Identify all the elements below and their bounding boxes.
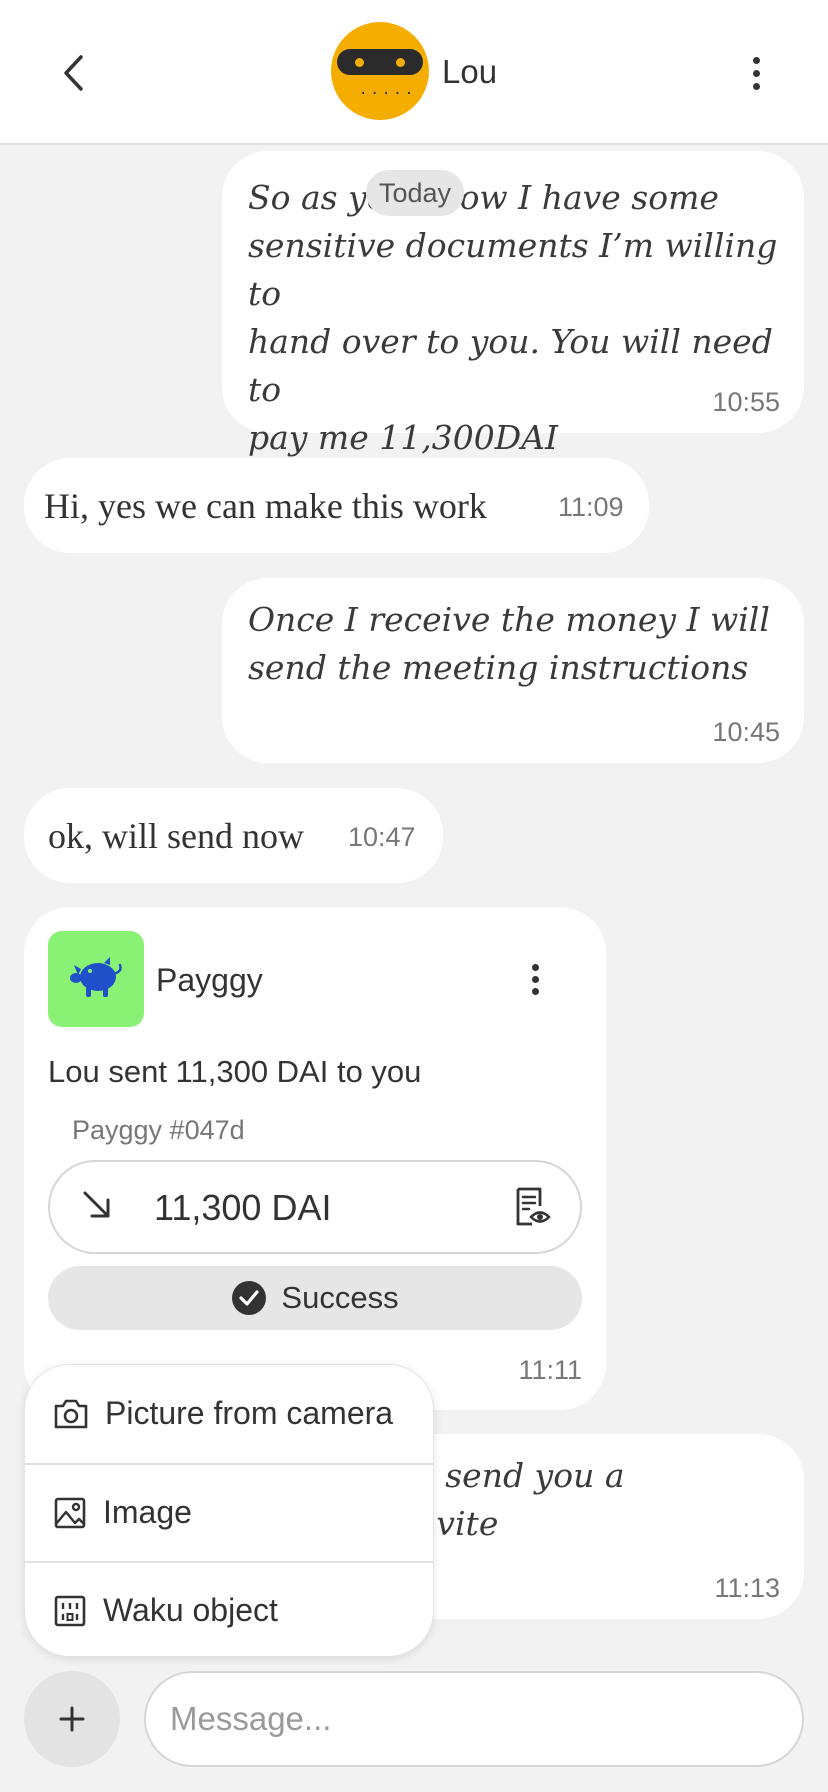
vertical-dots-icon[interactable] [520,957,550,1001]
message-text: Hi, yes we can make this work [44,486,487,526]
piggy-bank-icon [70,957,122,997]
transaction-id: Payggy #047d [72,1115,245,1145]
contact-name: Lou [442,53,498,90]
message-input[interactable] [144,1671,804,1767]
vertical-dots-icon[interactable] [738,48,774,98]
payment-description: Lou sent 11,300 DAI to you [48,1054,422,1089]
menu-item-label: Image [103,1494,192,1530]
chat-header: ..... Lou [0,0,828,145]
message-composer [0,1647,828,1792]
menu-item-waku-object[interactable]: Waku object [25,1561,433,1656]
menu-item-camera[interactable]: Picture from camera [25,1365,433,1462]
payment-amount[interactable]: 11,300 DAI [48,1160,582,1254]
chevron-left-icon [64,55,83,91]
menu-item-image[interactable]: Image [25,1463,433,1560]
plus-icon [59,1706,85,1732]
message-incoming[interactable]: ok, will send now 10:47 [24,788,443,883]
waku-object-icon [54,1595,86,1626]
back-button[interactable] [50,48,96,98]
amount-value: 11,300 DAI [154,1187,332,1228]
message-outgoing[interactable]: So as you know I have some sensitive doc… [222,151,804,457]
receipt-view-icon[interactable] [514,1186,554,1228]
menu-item-label: Waku object [103,1592,278,1628]
arrow-down-right-icon [83,1191,110,1218]
status-text: Success [281,1280,399,1315]
menu-item-label: Picture from camera [105,1395,394,1431]
message-time: 11:11 [518,1355,582,1385]
status-badge: Success [48,1266,582,1330]
attachment-menu: Picture from camera Image Waku object [24,1364,434,1657]
message-outgoing[interactable]: Once I receive the money I will send the… [222,578,804,763]
message-incoming[interactable]: Hi, yes we can make this work 11:09 [24,458,649,553]
message-time: 10:55 [712,387,780,417]
message-text-line: Once I receive the money I will [248,600,770,639]
message-time: 11:13 [714,1573,780,1603]
check-circle-icon [232,1281,267,1315]
avatar[interactable]: ..... [331,22,429,120]
image-icon [54,1497,86,1528]
message-text-line: send the meeting instructions [248,648,749,687]
message-time: 10:45 [712,717,780,747]
message-text-line: So as you know I have some [248,178,719,217]
message-time: 11:09 [558,492,624,522]
camera-icon [54,1399,88,1428]
message-text: ok, will send now [48,816,304,856]
payment-app-name: Payggy [156,962,263,998]
date-separator: Today [366,170,464,216]
message-text-line: sensitive documents I’m willing to [248,226,778,313]
message-time: 10:47 [348,822,416,852]
payment-card[interactable]: Payggy Lou sent 11,300 DAI to you Payggy… [24,907,606,1410]
payggy-app-icon [48,931,144,1027]
add-attachment-button[interactable] [24,1671,120,1767]
